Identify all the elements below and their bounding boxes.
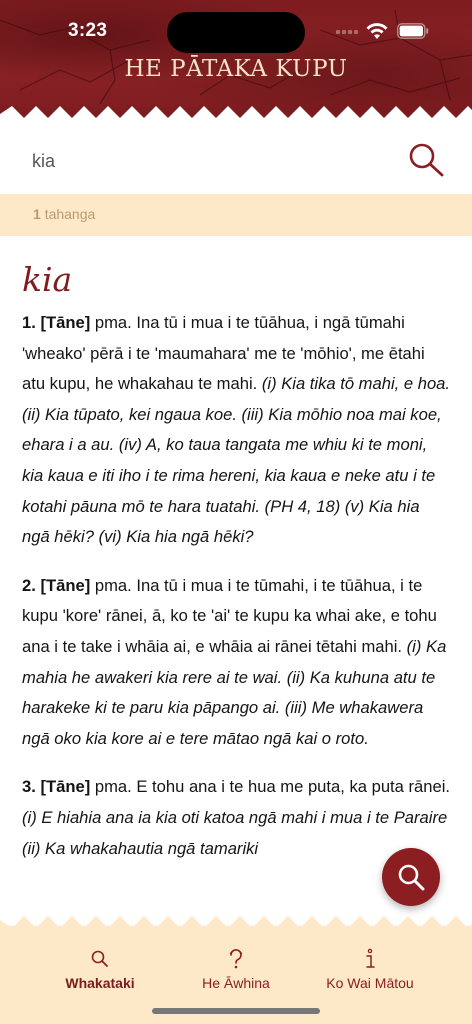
help-icon (229, 949, 243, 969)
nav-label: Ko Wai Mātou (326, 975, 414, 991)
zigzag-divider (0, 106, 472, 124)
search-icon (398, 864, 425, 891)
definition-item: 2. [Tāne] pma. Ina tū i mua i te tūmahi,… (22, 571, 450, 755)
app-title: HE PĀTAKA KUPU (124, 56, 348, 82)
entry-headword: kia (22, 260, 73, 299)
home-indicator (152, 1008, 320, 1014)
results-label: tahanga (44, 206, 96, 222)
nav-item-he-awhina[interactable]: He Āwhina (176, 948, 296, 998)
definition-text: pma. E tohu ana i te hua me puta, ka put… (90, 777, 451, 797)
entry-content[interactable]: kia 1. [Tāne] pma. Ina tū i mua i te tūā… (0, 236, 472, 926)
nav-item-ko-wai-matou[interactable]: Ko Wai Mātou (310, 948, 430, 998)
nav-label: Whakataki (65, 975, 135, 991)
definition-list: 1. [Tāne] pma. Ina tū i mua i te tūāhua,… (22, 308, 450, 882)
definition-examples: (i) Kia tika tō mahi, e hoa. (ii) Kia tū… (22, 374, 451, 547)
floating-search-button[interactable] (382, 848, 440, 906)
wifi-icon (366, 23, 388, 39)
search-bar (0, 122, 472, 194)
definition-item: 3. [Tāne] pma. E tohu ana i te hua me pu… (22, 772, 450, 864)
search-icon (91, 950, 108, 967)
definition-number: 1. [Tāne] (22, 313, 91, 332)
info-icon (366, 948, 375, 968)
search-icon[interactable] (406, 140, 446, 180)
battery-icon (397, 23, 429, 39)
results-bar: 1 tahanga (0, 194, 472, 236)
nav-item-whakataki[interactable]: Whakataki (40, 948, 160, 998)
definition-number: 2. [Tāne] (22, 575, 91, 595)
definition-item: 1. [Tāne] pma. Ina tū i mua i te tūāhua,… (22, 308, 450, 553)
status-bar: 3:23 (0, 0, 472, 60)
definition-examples: (i) E hiahia ana ia kia oti katoa ngā ma… (22, 807, 448, 858)
results-count: 1 (33, 206, 41, 222)
search-input[interactable] (32, 146, 372, 176)
results-count-text: 1 tahanga (33, 206, 95, 222)
cellular-signal-icon (336, 30, 358, 36)
status-time: 3:23 (68, 20, 108, 41)
definition-number: 3. [Tāne] (22, 777, 91, 797)
nav-label: He Āwhina (202, 975, 270, 991)
dynamic-island (167, 12, 305, 53)
